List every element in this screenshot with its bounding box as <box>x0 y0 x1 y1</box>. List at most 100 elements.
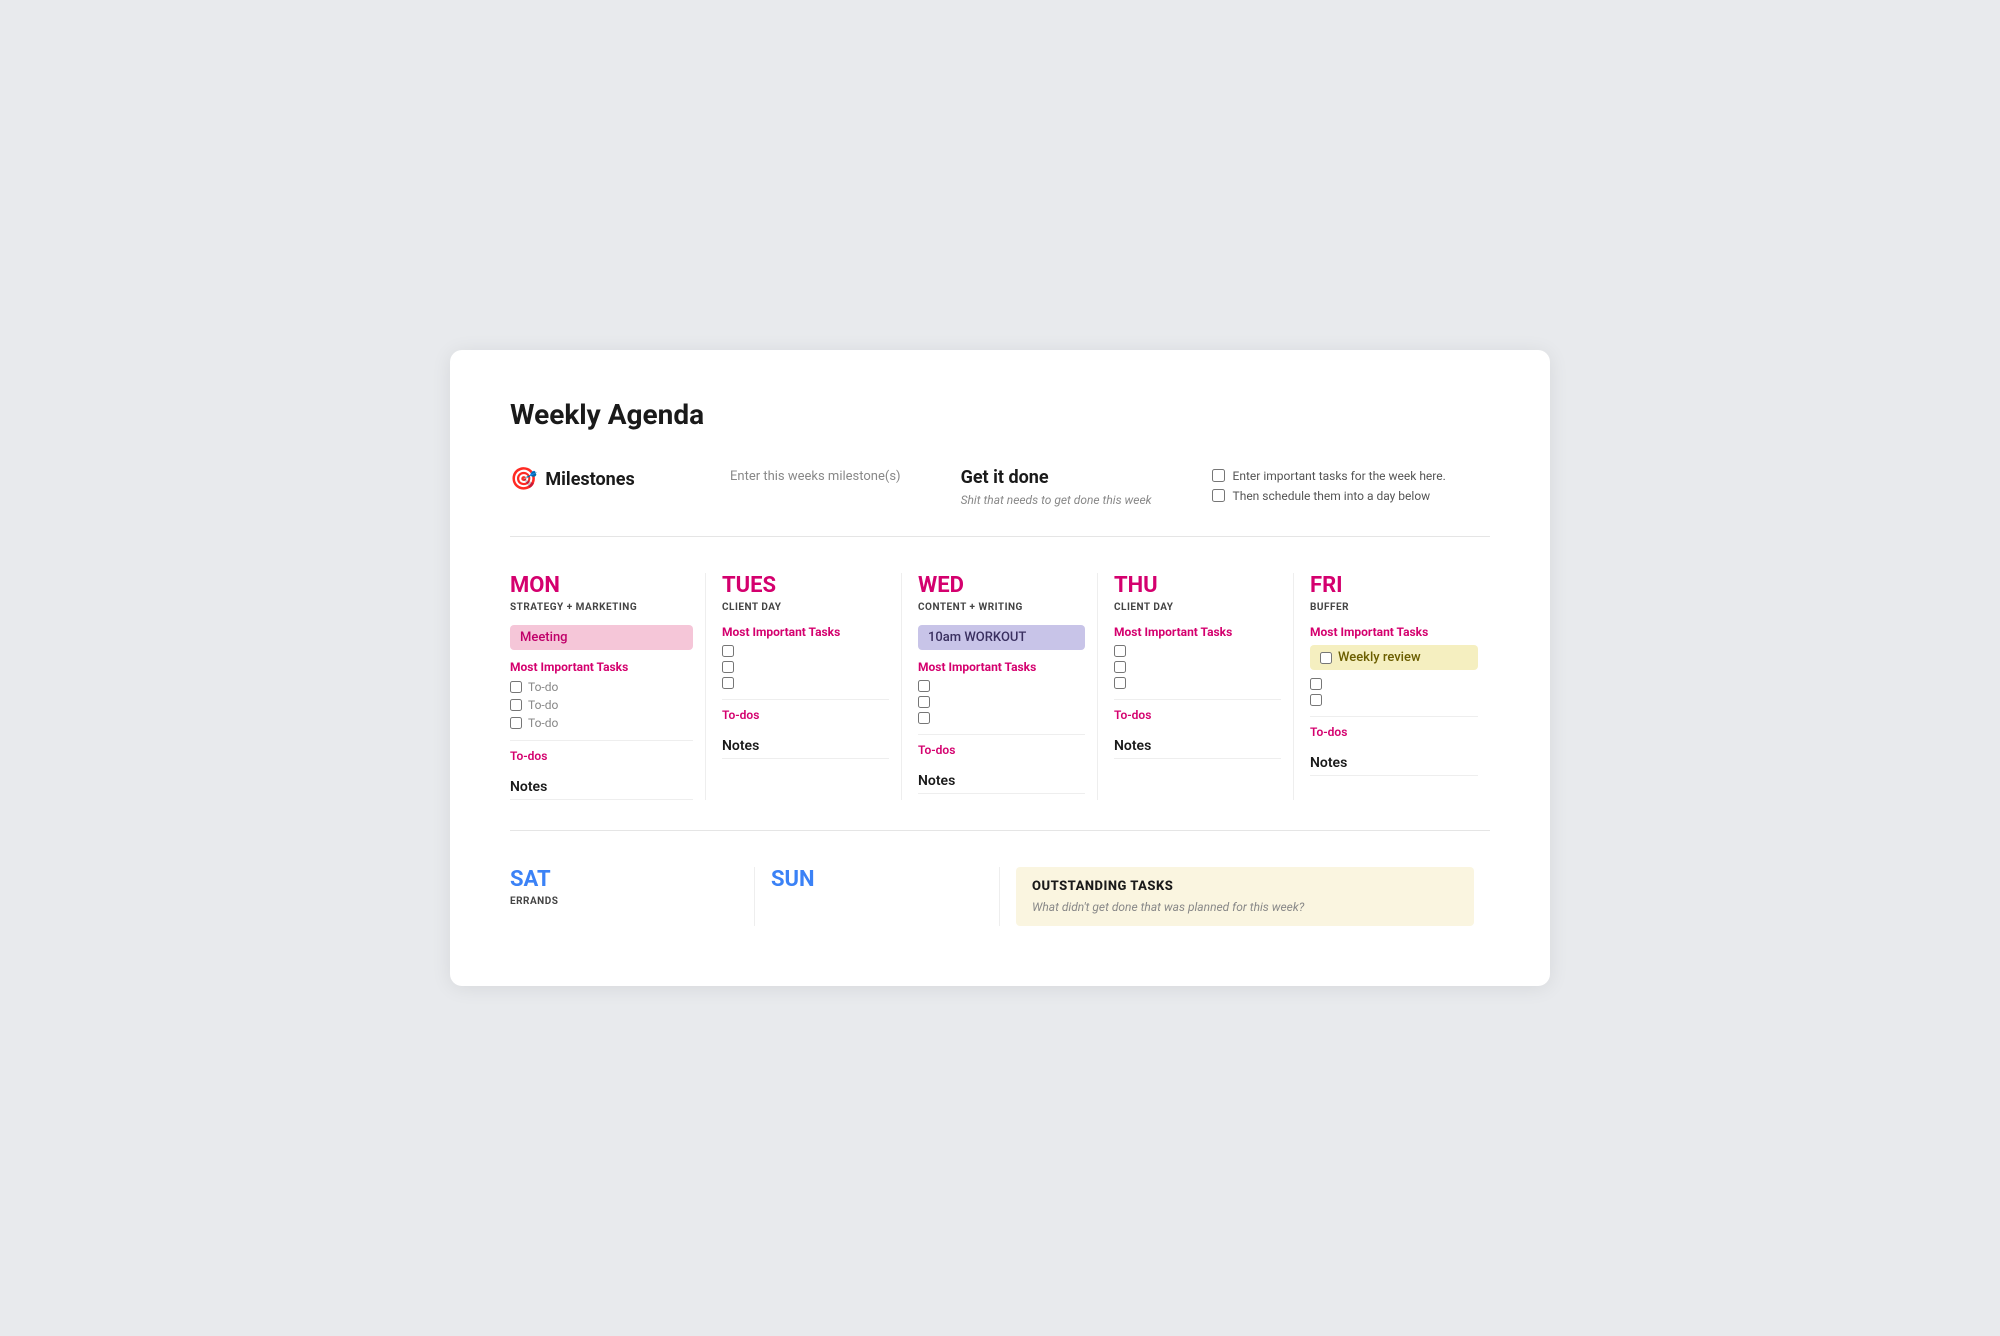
tues-todos[interactable]: To-dos <box>722 699 889 722</box>
thu-cb-3-input[interactable] <box>1114 677 1126 689</box>
tues-cb-2-input[interactable] <box>722 661 734 673</box>
day-subtitle-sat: ERRANDS <box>510 896 738 907</box>
tues-cb-3-input[interactable] <box>722 677 734 689</box>
day-col-mon: MON STRATEGY + MARKETING Meeting Most Im… <box>510 573 706 800</box>
fri-weekly-review: Weekly review <box>1310 645 1478 670</box>
wed-cb-2[interactable] <box>918 696 1085 708</box>
fri-weekly-review-label: Weekly review <box>1338 650 1421 665</box>
mon-highlight: Meeting <box>510 625 693 650</box>
wed-cb-1-input[interactable] <box>918 680 930 692</box>
mon-cb-3-input[interactable] <box>510 717 522 729</box>
get-it-done-block: Get it done Shit that needs to get done … <box>961 467 1152 509</box>
tues-notes-section: Notes <box>722 738 889 759</box>
wed-cb-3[interactable] <box>918 712 1085 724</box>
day-col-sun: SUN <box>755 867 1000 926</box>
day-name-wed: WED <box>918 573 1085 598</box>
fri-mit-label: Most Important Tasks <box>1310 625 1478 639</box>
bottom-grid: SAT ERRANDS SUN OUTSTANDING TASKS What d… <box>510 867 1490 926</box>
outstanding-section: OUTSTANDING TASKS What didn't get done t… <box>1000 867 1490 926</box>
fri-checkbox-list <box>1310 678 1478 706</box>
milestone-icon: 🎯 <box>510 467 537 492</box>
mon-checkbox-list: To-do To-do To-do <box>510 680 693 730</box>
thu-mit-label: Most Important Tasks <box>1114 625 1281 639</box>
day-col-wed: WED CONTENT + WRITING 10am WORKOUT Most … <box>902 573 1098 800</box>
page-title: Weekly Agenda <box>510 398 1490 431</box>
milestones-left: 🎯 Milestones <box>510 467 670 492</box>
check-1-label: Enter important tasks for the week here. <box>1233 469 1446 483</box>
thu-cb-1[interactable] <box>1114 645 1281 657</box>
day-col-tues: TUES CLIENT DAY Most Important Tasks To-… <box>706 573 902 800</box>
wed-todos[interactable]: To-dos <box>918 734 1085 757</box>
day-col-sat: SAT ERRANDS <box>510 867 755 926</box>
mon-cb-1-label: To-do <box>528 680 558 694</box>
wed-cb-3-input[interactable] <box>918 712 930 724</box>
fri-cb-2-input[interactable] <box>1310 694 1322 706</box>
mon-cb-3[interactable]: To-do <box>510 716 693 730</box>
wed-notes-section: Notes <box>918 773 1085 794</box>
day-name-thu: THU <box>1114 573 1281 598</box>
day-name-mon: MON <box>510 573 693 598</box>
check-2-checkbox[interactable] <box>1212 489 1225 502</box>
tues-cb-3[interactable] <box>722 677 889 689</box>
wed-cb-2-input[interactable] <box>918 696 930 708</box>
outstanding-subtitle: What didn't get done that was planned fo… <box>1032 900 1458 914</box>
thu-cb-3[interactable] <box>1114 677 1281 689</box>
day-name-sat: SAT <box>510 867 738 892</box>
thu-checkbox-list <box>1114 645 1281 689</box>
fri-notes-section: Notes <box>1310 755 1478 776</box>
fri-todos[interactable]: To-dos <box>1310 716 1478 739</box>
get-it-done-checks: Enter important tasks for the week here.… <box>1212 467 1446 503</box>
tues-cb-2[interactable] <box>722 661 889 673</box>
milestones-section: 🎯 Milestones Enter this weeks milestone(… <box>510 467 1490 538</box>
mon-cb-2-input[interactable] <box>510 699 522 711</box>
get-it-done-title: Get it done <box>961 467 1152 488</box>
check-1-checkbox[interactable] <box>1212 469 1225 482</box>
tues-cb-1-input[interactable] <box>722 645 734 657</box>
tues-checkbox-list <box>722 645 889 689</box>
thu-notes-section: Notes <box>1114 738 1281 759</box>
milestones-title: Milestones <box>545 469 634 490</box>
mon-cb-1-input[interactable] <box>510 681 522 693</box>
day-name-tues: TUES <box>722 573 889 598</box>
check-item-1[interactable]: Enter important tasks for the week here. <box>1212 469 1446 483</box>
mon-cb-1[interactable]: To-do <box>510 680 693 694</box>
wed-checkbox-list <box>918 680 1085 724</box>
tues-notes-label: Notes <box>722 738 889 759</box>
fri-cb-1[interactable] <box>1310 678 1478 690</box>
wed-cb-1[interactable] <box>918 680 1085 692</box>
day-subtitle-thu: CLIENT DAY <box>1114 602 1281 613</box>
check-item-2[interactable]: Then schedule them into a day below <box>1212 489 1446 503</box>
weekly-agenda-card: Weekly Agenda 🎯 Milestones Enter this we… <box>450 350 1550 987</box>
get-it-done-subtitle: Shit that needs to get done this week <box>961 492 1152 509</box>
fri-cb-1-input[interactable] <box>1310 678 1322 690</box>
outstanding-title: OUTSTANDING TASKS <box>1032 879 1458 894</box>
fri-cb-2[interactable] <box>1310 694 1478 706</box>
milestones-placeholder: Enter this weeks milestone(s) <box>730 467 901 484</box>
outstanding-box: OUTSTANDING TASKS What didn't get done t… <box>1016 867 1474 926</box>
thu-todos[interactable]: To-dos <box>1114 699 1281 722</box>
tues-mit-label: Most Important Tasks <box>722 625 889 639</box>
wed-highlight: 10am WORKOUT <box>918 625 1085 650</box>
day-subtitle-fri: BUFFER <box>1310 602 1478 613</box>
thu-notes-label: Notes <box>1114 738 1281 759</box>
mon-cb-2[interactable]: To-do <box>510 698 693 712</box>
fri-notes-label: Notes <box>1310 755 1478 776</box>
mon-cb-2-label: To-do <box>528 698 558 712</box>
tues-cb-1[interactable] <box>722 645 889 657</box>
mon-cb-3-label: To-do <box>528 716 558 730</box>
day-col-thu: THU CLIENT DAY Most Important Tasks To-d… <box>1098 573 1294 800</box>
days-grid: MON STRATEGY + MARKETING Meeting Most Im… <box>510 573 1490 831</box>
day-name-fri: FRI <box>1310 573 1478 598</box>
day-subtitle-mon: STRATEGY + MARKETING <box>510 602 693 613</box>
check-2-label: Then schedule them into a day below <box>1233 489 1431 503</box>
fri-weekly-review-cb[interactable] <box>1320 652 1332 664</box>
mon-notes-section: Notes <box>510 779 693 800</box>
day-subtitle-tues: CLIENT DAY <box>722 602 889 613</box>
wed-mit-label: Most Important Tasks <box>918 660 1085 674</box>
day-col-fri: FRI BUFFER Most Important Tasks Weekly r… <box>1294 573 1490 800</box>
mon-todos[interactable]: To-dos <box>510 740 693 763</box>
thu-cb-1-input[interactable] <box>1114 645 1126 657</box>
thu-cb-2-input[interactable] <box>1114 661 1126 673</box>
thu-cb-2[interactable] <box>1114 661 1281 673</box>
mon-mit-label: Most Important Tasks <box>510 660 693 674</box>
